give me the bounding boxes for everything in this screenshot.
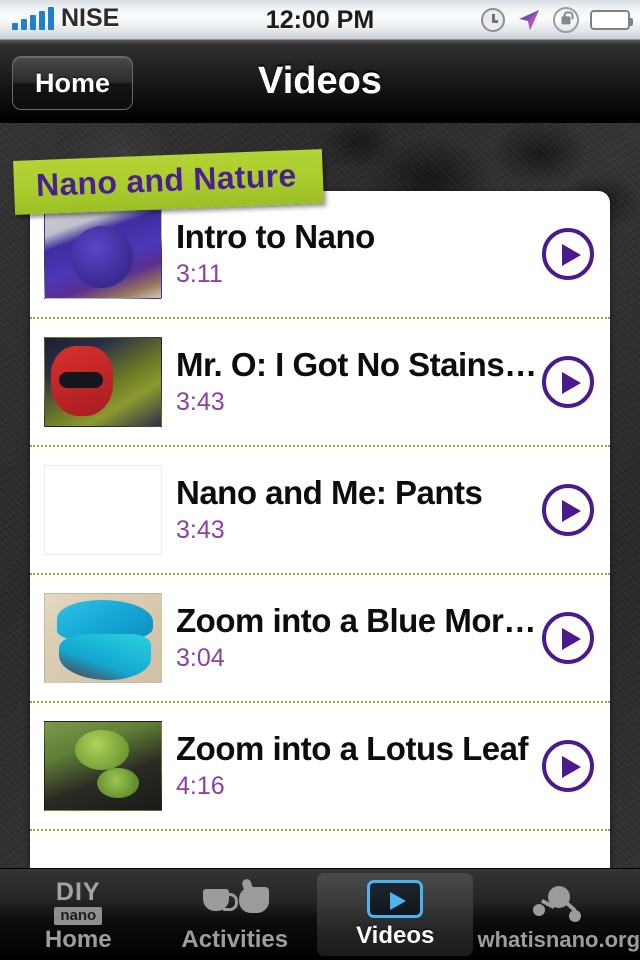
tab-label-whatisnano: whatisnano.org: [477, 927, 640, 952]
video-title: Intro to Nano: [176, 218, 375, 255]
video-thumbnail: [44, 721, 162, 811]
video-duration: 4:16: [176, 772, 225, 800]
molecule-icon: [531, 879, 587, 927]
tab-label-home: Home: [44, 926, 112, 953]
video-row-text: Zoom into a Lotus Leaf 4:16: [162, 730, 542, 802]
video-row[interactable]: Zoom into a Lotus Leaf 4:16: [30, 703, 610, 831]
play-button[interactable]: [542, 228, 594, 280]
navigation-bar: Home Videos: [0, 40, 640, 123]
video-row[interactable]: Zoom into a Blue Mor… 3:04: [30, 575, 610, 703]
tab-videos[interactable]: Videos: [316, 873, 474, 956]
tab-activities[interactable]: Activities: [156, 869, 312, 960]
tab-label-activities: Activities: [181, 926, 289, 953]
video-thumbnail: [44, 465, 162, 555]
diy-logo-bottom: nano: [54, 907, 103, 925]
tab-home[interactable]: DIY nano Home: [0, 869, 156, 960]
video-title: Zoom into a Lotus Leaf: [176, 730, 528, 767]
rotation-lock-icon: [553, 7, 579, 33]
video-row-text: Mr. O: I Got No Stains… 3:43: [162, 346, 542, 418]
video-row-text: Nano and Me: Pants 3:43: [162, 474, 542, 546]
play-button[interactable]: [542, 356, 594, 408]
diy-logo-top: DIY: [55, 878, 101, 906]
video-duration: 3:11: [176, 260, 223, 288]
battery-icon: [590, 10, 633, 30]
video-row[interactable]: Nano and Me: Pants 3:43: [30, 447, 610, 575]
location-arrow-icon: [516, 7, 542, 33]
section-banner-label: Nano and Nature: [35, 157, 298, 204]
video-title: Zoom into a Blue Mor…: [176, 602, 536, 639]
video-thumbnail: [44, 209, 162, 299]
video-title: Nano and Me: Pants: [176, 474, 483, 511]
video-row-text: Zoom into a Blue Mor… 3:04: [162, 602, 542, 674]
video-thumbnail: [44, 337, 162, 427]
video-list-card: Intro to Nano 3:11 Mr. O: I Got No Stain…: [30, 191, 610, 868]
video-thumbnail: [44, 593, 162, 683]
diy-nano-logo-icon: DIY nano: [54, 878, 103, 927]
video-title: Mr. O: I Got No Stains…: [176, 346, 537, 383]
status-bar-right: [481, 0, 633, 40]
video-duration: 3:43: [176, 388, 225, 416]
video-row-text: Intro to Nano 3:11: [162, 218, 542, 290]
tab-bar: DIY nano Home Activities Videos whatisna…: [0, 868, 640, 960]
alarm-clock-icon: [481, 8, 505, 32]
video-row[interactable]: Mr. O: I Got No Stains… 3:43: [30, 319, 610, 447]
play-button[interactable]: [542, 612, 594, 664]
video-duration: 3:43: [176, 516, 225, 544]
play-button[interactable]: [542, 484, 594, 536]
play-button[interactable]: [542, 740, 594, 792]
page-title: Videos: [258, 60, 382, 102]
status-bar: NISE 12:00 PM: [0, 0, 640, 40]
cup-and-hand-icon: [199, 879, 271, 927]
tab-whatisnano[interactable]: whatisnano.org: [477, 869, 640, 960]
tab-label-videos: Videos: [356, 922, 435, 949]
content-area: Nano and Nature Intro to Nano 3:11 Mr. O…: [0, 123, 640, 868]
video-duration: 3:04: [176, 644, 225, 672]
video-play-icon: [367, 875, 424, 923]
